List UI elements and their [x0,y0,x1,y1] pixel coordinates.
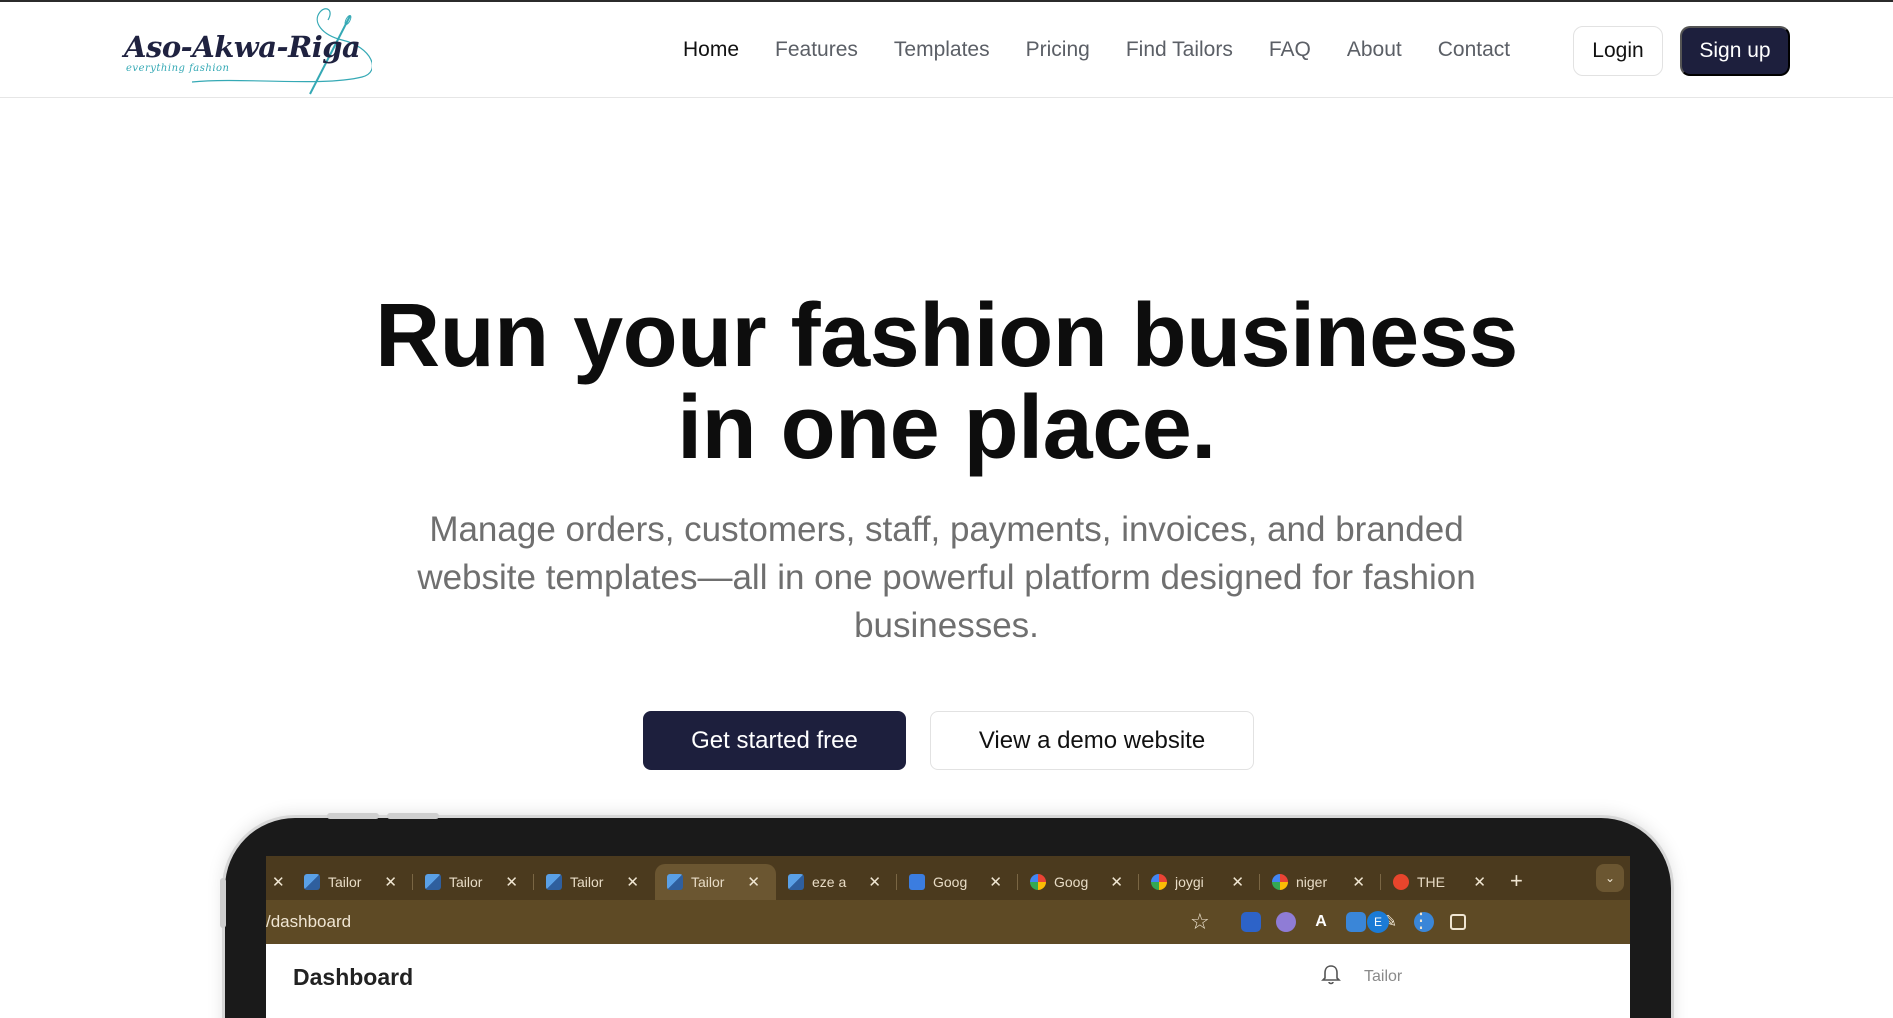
extension-icon [1346,912,1366,932]
browser-tab: Goog ✕ [1018,864,1139,900]
user-label: Tailor [1364,968,1403,985]
google-favicon-icon [1151,874,1167,890]
nav-link-home[interactable]: Home [683,38,739,62]
puzzle-icon [1450,914,1466,930]
tab-title: THE [1417,874,1445,890]
close-icon: ✕ [505,874,518,891]
close-icon: ✕ [989,874,1002,891]
dashboard-title: Dashboard [293,964,414,990]
nav-link-features[interactable]: Features [775,38,858,62]
extension-icon [1241,912,1261,932]
tab-title: Tailor [691,874,725,890]
close-icon: ✕ [384,874,397,891]
tab-title: Goog [1054,874,1089,890]
dashboard-page: Dashboard Tailor [266,944,1630,1018]
nav-link-templates[interactable]: Templates [894,38,990,62]
google-favicon-icon [1272,874,1288,890]
more-vertical-icon: ⋮ [1411,910,1431,932]
browser-tab: Goog ✕ [897,864,1018,900]
nav-link-about[interactable]: About [1347,38,1402,62]
close-icon: ✕ [747,874,760,891]
app-favicon-icon [546,874,562,890]
tab-title: Goog [933,874,968,890]
browser-tab: Tailor ✕ [292,864,413,900]
device-screen: ✕ Tailor ✕ Tailor ✕ Tailor ✕ Tailor ✕ ez… [266,856,1630,1018]
app-favicon-icon [425,874,441,890]
tab-title: niger [1296,874,1328,890]
tab-title: Tailor [328,874,362,890]
star-icon: ☆ [1190,909,1210,934]
close-icon: ✕ [626,874,639,891]
view-demo-button[interactable]: View a demo website [930,711,1254,770]
app-favicon-icon [304,874,320,890]
nav-link-faq[interactable]: FAQ [1269,38,1311,62]
tab-title: joygi [1175,874,1204,890]
close-icon: ✕ [1473,874,1486,891]
tab-title: Tailor [449,874,483,890]
browser-tab-bar: ✕ Tailor ✕ Tailor ✕ Tailor ✕ Tailor ✕ ez… [266,856,1630,900]
device-mockup: ✕ Tailor ✕ Tailor ✕ Tailor ✕ Tailor ✕ ez… [220,813,1671,1018]
extension-icon: A [1315,913,1327,930]
profile-avatar: E [1367,911,1389,933]
extension-icon [1276,912,1296,932]
nav-link-pricing[interactable]: Pricing [1026,38,1090,62]
login-button[interactable]: Login [1573,26,1663,76]
nav-link-contact[interactable]: Contact [1438,38,1510,62]
browser-address-bar: /dashboard ☆ A ✎ E ⋮ [266,900,1630,944]
nav-link-find-tailors[interactable]: Find Tailors [1126,38,1233,62]
device-side-button [220,878,226,928]
chevron-down-icon: ⌄ [1596,864,1624,892]
brand-tagline: everything fashion [126,63,230,74]
google-favicon-icon [1030,874,1046,890]
browser-tab: niger ✕ [1260,864,1381,900]
close-icon: ✕ [272,874,285,891]
device-button [387,813,439,819]
browser-tab: Tailor ✕ [534,864,655,900]
plus-icon: + [1510,868,1523,893]
get-started-button[interactable]: Get started free [643,711,906,770]
device-button [327,813,379,819]
signup-button[interactable]: Sign up [1680,26,1790,76]
browser-tab: joygi ✕ [1139,864,1260,900]
url-text: /dashboard [266,912,352,931]
tab-title: eze a [812,874,847,890]
hero-title: Run your fashion business in one place. [0,290,1893,474]
hero-subtitle: Manage orders, customers, staff, payment… [417,510,1476,645]
close-icon: ✕ [1352,874,1365,891]
close-icon: ✕ [868,874,881,891]
brand-name: Aso-Akwa-Riga [124,30,361,64]
browser-tab: THE ✕ [1381,864,1502,900]
app-favicon-icon [788,874,804,890]
browser-tab-active: Tailor ✕ [655,864,776,900]
browser-tab: eze a ✕ [776,864,897,900]
red-favicon-icon [1393,874,1409,890]
close-icon: ✕ [1231,874,1244,891]
hero-title-line-1: Run your fashion business [375,286,1518,386]
brand-logo[interactable]: Aso-Akwa-Riga everything fashion [122,2,372,98]
hero-title-line-2: in one place. [677,378,1216,478]
tab-title: Tailor [570,874,604,890]
bell-icon [1321,965,1341,985]
browser-tab: Tailor ✕ [413,864,534,900]
main-nav: Home Features Templates Pricing Find Tai… [683,2,1546,98]
app-favicon-icon [667,874,683,890]
site-header: Aso-Akwa-Riga everything fashion Home Fe… [0,2,1893,98]
close-icon: ✕ [1110,874,1123,891]
calendar-favicon-icon [909,874,925,890]
